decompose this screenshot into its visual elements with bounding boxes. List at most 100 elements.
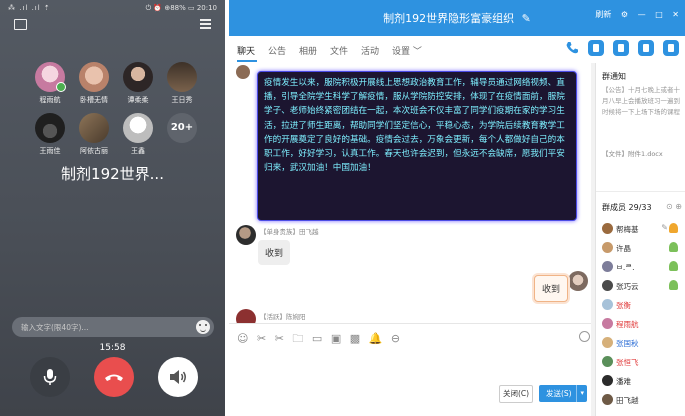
screenshot-icon[interactable]: ✂: [257, 332, 266, 345]
avatar: [568, 271, 588, 291]
more-apps-icon[interactable]: [663, 40, 679, 56]
participant-4[interactable]: 王日秀: [162, 62, 202, 105]
tab-files[interactable]: 文件: [330, 44, 348, 57]
avatar: [123, 113, 153, 143]
member-row[interactable]: 田飞越: [602, 393, 682, 408]
notice-file[interactable]: 【文件】附件1.docx: [602, 148, 663, 158]
member-row[interactable]: 张衡: [602, 298, 682, 313]
hang-up-button[interactable]: [94, 357, 134, 397]
cut-icon[interactable]: ✂: [275, 332, 284, 345]
member-search-icon[interactable]: ⊙: [666, 202, 673, 211]
member-row[interactable]: 张国秋: [602, 336, 682, 351]
title-bar: 制剂192世界隐形富豪组织 ✎ 刷新 ⚙ — □ ✕: [229, 0, 685, 36]
send-button[interactable]: 发送(S) ▾: [539, 385, 587, 402]
folder-icon[interactable]: 🗀: [292, 330, 303, 349]
picture-icon[interactable]: ▩: [350, 332, 360, 345]
minimize-button[interactable]: —: [638, 10, 646, 19]
admin-badge-icon: [669, 280, 678, 290]
history-icon[interactable]: [579, 331, 590, 342]
avatar: [236, 225, 256, 245]
notification-icon[interactable]: 🔔: [369, 332, 383, 345]
participant-7[interactable]: 王鑫: [118, 113, 158, 156]
active-tab-indicator: [237, 60, 257, 62]
my-message-bubble[interactable]: 收到: [534, 275, 569, 302]
participant-5[interactable]: 王雨佳: [30, 113, 70, 156]
participant-name: 王鑫: [131, 147, 145, 155]
owner-badge-icon: [669, 223, 678, 233]
member-row[interactable]: 许晶: [602, 241, 682, 256]
member-row[interactable]: 帮梅基 ✎: [602, 222, 682, 237]
participant-2[interactable]: 卧槽无情: [74, 62, 114, 105]
screen-share-icon[interactable]: [588, 40, 605, 56]
avatar: [35, 62, 66, 92]
tab-settings[interactable]: 设置 ﹀: [392, 44, 422, 57]
phone-call-panel: ⁂ .ıl .ıl ⇡ ⏻ ⏰ ⊕88% ▭ 20:10 程雨航 卧槽无情 谭柔…: [0, 0, 225, 416]
highlighted-message-text: 疫情发生以来，服院积极开展线上思想政治教育工作，辅导员通过网络视频、直播，引导全…: [264, 78, 565, 174]
input-divider: [229, 323, 591, 324]
participant-name: 王雨佳: [39, 147, 61, 155]
document-icon[interactable]: [613, 40, 630, 56]
menu-icon[interactable]: [200, 19, 211, 29]
screen-icon[interactable]: ▭: [312, 332, 322, 345]
maximize-button[interactable]: □: [655, 10, 663, 19]
tab-tools: [558, 40, 679, 59]
app-icon[interactable]: [638, 40, 655, 56]
mute-mic-button[interactable]: [30, 357, 70, 397]
member-row[interactable]: 张巧云: [602, 279, 682, 294]
avatar: [123, 62, 153, 92]
tab-bar: 聊天 公告 相册 文件 活动 设置 ﹀: [229, 36, 685, 64]
avatar: [602, 375, 613, 386]
member-row[interactable]: 张恒飞: [602, 355, 682, 370]
message-input[interactable]: 输入文字(限40字)...: [12, 317, 214, 337]
more-count: 20+: [167, 113, 197, 143]
member-name: 许晶: [616, 244, 631, 253]
tab-chat[interactable]: 聊天: [237, 44, 255, 57]
edit-icon[interactable]: ✎: [522, 12, 531, 25]
add-member-icon[interactable]: ⊕: [675, 202, 682, 211]
window-controls: 刷新 ⚙ — □ ✕: [588, 9, 679, 20]
sender-name: 【单身贵族】田飞越: [260, 228, 319, 236]
member-row[interactable]: 程雨航: [602, 317, 682, 332]
chevron-down-icon[interactable]: ▾: [576, 385, 584, 402]
voice-call-icon[interactable]: [564, 40, 580, 56]
speaking-mic-icon: [56, 82, 66, 92]
avatar: [602, 280, 613, 291]
notice-body[interactable]: 【公告】十月七晚上或者十月八早上会播放班习一遍到时候将一下上场下场的课程: [602, 85, 682, 118]
avatar: [79, 62, 109, 92]
speaker-icon: [170, 370, 186, 384]
tab-activity[interactable]: 活动: [361, 44, 379, 57]
settings-icon[interactable]: ⚙: [621, 10, 628, 19]
image-icon[interactable]: ▣: [331, 332, 341, 345]
emoji-icon[interactable]: [196, 320, 210, 334]
speaker-button[interactable]: [158, 357, 198, 397]
minimize-icon[interactable]: [14, 19, 27, 30]
avatar: [602, 356, 613, 367]
emoji-icon[interactable]: ☺: [237, 332, 248, 345]
panel-divider: [596, 191, 685, 192]
tab-album[interactable]: 相册: [299, 44, 317, 57]
participant-1[interactable]: 程雨航: [30, 62, 70, 105]
refresh-button[interactable]: 刷新: [595, 10, 611, 19]
participant-3[interactable]: 谭柔柔: [118, 62, 158, 105]
input-toolbar: ☺ ✂ ✂ 🗀 ▭ ▣ ▩ 🔔 ⊖: [237, 330, 405, 349]
member-row[interactable]: 潘难: [602, 374, 682, 389]
participant-name: 程雨航: [39, 96, 61, 104]
more-icon[interactable]: ⊖: [391, 332, 400, 345]
message-bubble[interactable]: 收到: [258, 240, 291, 265]
avatar: [167, 62, 197, 92]
member-name: 帮梅基: [616, 225, 639, 234]
call-group-name: 制剂192世界...: [61, 165, 164, 183]
close-chat-button[interactable]: 关闭(C): [499, 385, 533, 403]
close-button[interactable]: ✕: [672, 10, 679, 19]
member-row[interactable]: ㅂ.ᄅ.: [602, 260, 682, 275]
avatar: [602, 242, 613, 253]
group-chat-window: 制剂192世界隐形富豪组织 ✎ 刷新 ⚙ — □ ✕ 聊天 公告 相册 文件 活…: [229, 0, 685, 416]
participant-6[interactable]: 阿依古丽: [74, 113, 114, 156]
participant-name: 卧槽无情: [80, 96, 108, 104]
call-duration: 15:58: [99, 343, 126, 353]
tab-announcement[interactable]: 公告: [268, 44, 286, 57]
group-title: 制剂192世界隐形富豪组织: [383, 12, 515, 25]
avatar: [602, 261, 613, 272]
admin-badge-icon: [669, 242, 678, 252]
more-participants[interactable]: 20+: [162, 113, 202, 143]
